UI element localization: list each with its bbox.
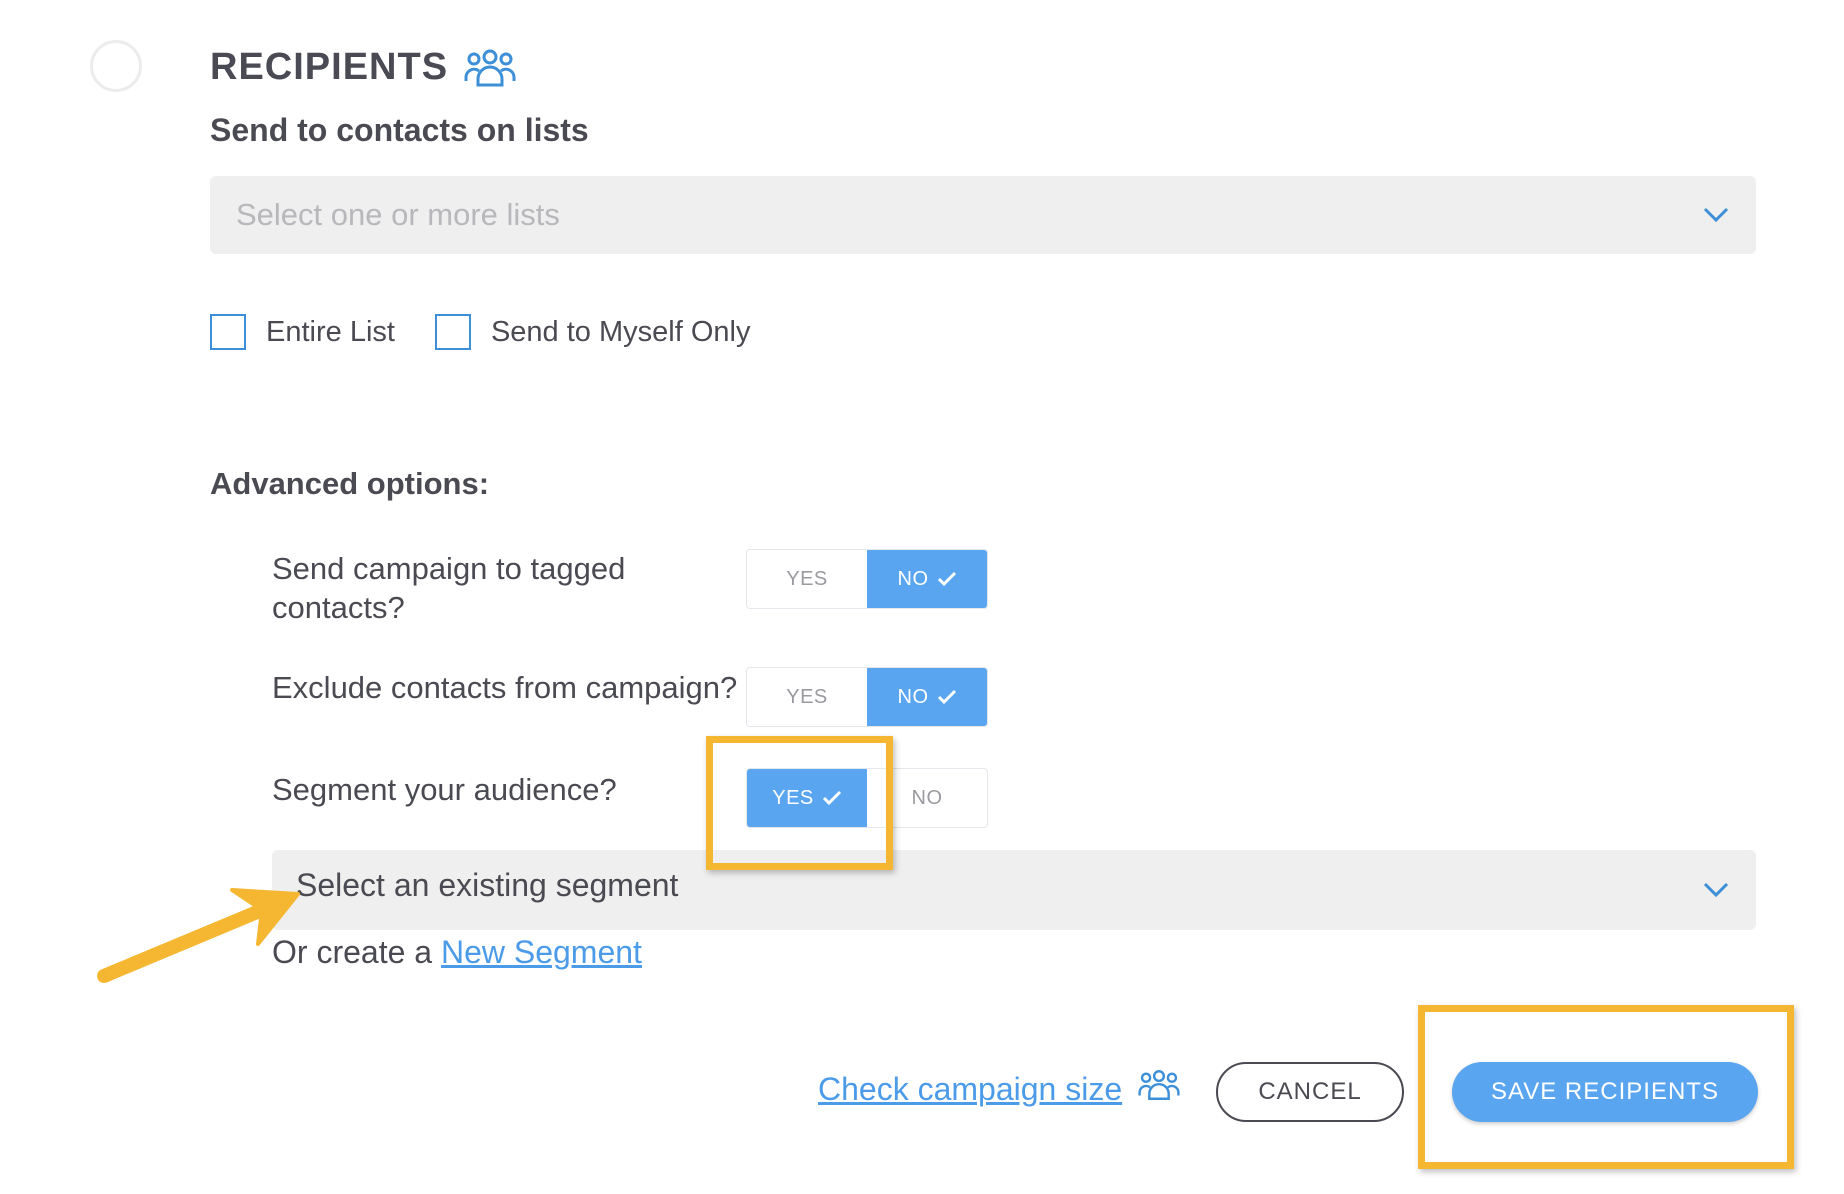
section-header: RECIPIENTS — [210, 46, 516, 89]
segment-select[interactable]: Select an existing segment — [272, 850, 1756, 930]
people-group-icon — [464, 47, 516, 89]
arrow-annotation-icon — [92, 880, 312, 995]
entire-list-checkbox[interactable] — [210, 314, 246, 350]
entire-list-label: Entire List — [266, 315, 395, 348]
highlight-annotation — [706, 736, 893, 870]
exclude-contacts-no[interactable]: NO — [867, 668, 987, 726]
tagged-contacts-no[interactable]: NO — [867, 550, 987, 608]
lists-subtitle: Send to contacts on lists — [210, 112, 589, 148]
segment-select-value: Select an existing segment — [296, 866, 679, 903]
check-campaign-size[interactable]: Check campaign size — [818, 1068, 1180, 1110]
lists-select-placeholder: Select one or more lists — [236, 197, 560, 232]
send-to-myself-option[interactable]: Send to Myself Only — [434, 314, 751, 350]
checkmark-icon — [937, 571, 956, 587]
entire-list-option[interactable]: Entire List — [210, 314, 395, 350]
segment-audience-question: Segment your audience? — [272, 772, 617, 807]
exclude-contacts-question: Exclude contacts from campaign? — [272, 670, 738, 705]
exclude-contacts-yes[interactable]: YES — [747, 668, 867, 726]
send-to-myself-checkbox[interactable] — [434, 314, 471, 350]
list-options: Entire List Send to Myself Only — [210, 314, 790, 350]
lists-select[interactable]: Select one or more lists — [210, 176, 1756, 254]
people-group-icon — [1138, 1068, 1180, 1110]
section-title: RECIPIENTS — [210, 46, 449, 88]
step-status-circle — [90, 40, 142, 92]
create-segment-line: Or create a New Segment — [272, 934, 642, 971]
tagged-contacts-yes[interactable]: YES — [747, 550, 867, 608]
exclude-contacts-toggle: YES NO — [746, 667, 988, 727]
check-campaign-size-link[interactable]: Check campaign size — [818, 1071, 1122, 1108]
chevron-down-icon — [1702, 206, 1730, 224]
checkmark-icon — [937, 689, 956, 705]
cancel-button[interactable]: CANCEL — [1216, 1062, 1404, 1122]
tagged-contacts-toggle: YES NO — [746, 549, 988, 609]
send-to-myself-label: Send to Myself Only — [490, 315, 751, 348]
highlight-annotation — [1418, 1005, 1794, 1169]
advanced-options-title: Advanced options: — [210, 466, 490, 501]
tagged-contacts-question: Send campaign to tagged contacts? — [272, 551, 626, 625]
new-segment-link[interactable]: New Segment — [441, 934, 642, 970]
chevron-down-icon — [1702, 881, 1730, 899]
